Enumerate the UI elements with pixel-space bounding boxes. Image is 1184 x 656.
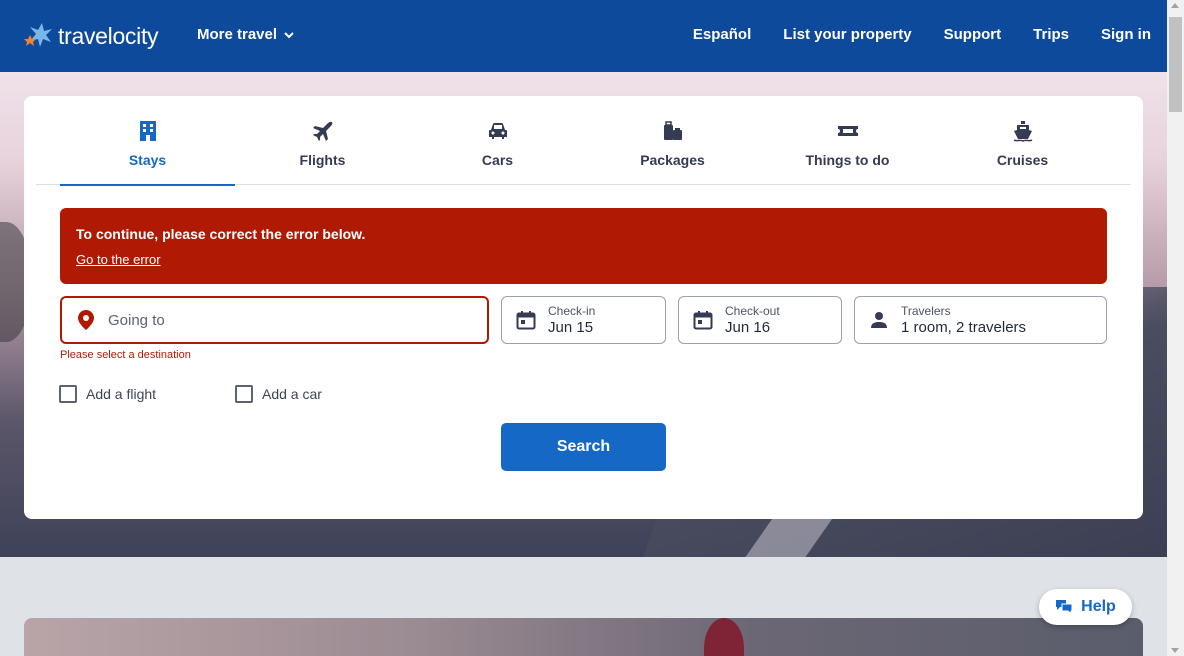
tab-things-to-do-label: Things to do <box>805 152 890 168</box>
promo-image <box>24 618 1143 656</box>
tab-cruises-label: Cruises <box>996 152 1049 168</box>
check-out-field[interactable]: Check-out Jun 16 <box>678 296 842 344</box>
search-card: Stays Flights Cars Packages Things to do… <box>24 96 1143 519</box>
promo-cone-shape <box>704 618 744 656</box>
travelers-field[interactable]: Travelers 1 room, 2 travelers <box>854 296 1107 344</box>
more-travel-label: More travel <box>197 26 278 43</box>
scrollbar-thumb[interactable] <box>1169 17 1182 112</box>
tab-stays[interactable]: Stays <box>60 96 235 186</box>
person-icon <box>867 308 891 332</box>
car-icon <box>488 123 507 139</box>
language-link[interactable]: Español <box>693 26 751 43</box>
page-scrollbar[interactable] <box>1167 0 1184 656</box>
travelocity-logo[interactable]: travelocity <box>24 18 159 54</box>
logo-wordmark: travelocity <box>58 22 159 49</box>
going-to-field[interactable]: Going to <box>60 296 489 344</box>
add-car-label: Add a car <box>262 386 322 402</box>
cruise-ship-icon <box>1013 121 1032 142</box>
tab-flights[interactable]: Flights <box>235 96 410 185</box>
tab-flights-label: Flights <box>299 152 346 168</box>
scroll-up-arrow-icon[interactable] <box>1171 3 1179 8</box>
check-in-value: Jun 15 <box>548 319 594 336</box>
add-car-checkbox[interactable]: Add a car <box>235 385 322 403</box>
support-link[interactable]: Support <box>944 26 1002 43</box>
go-to-error-link[interactable]: Go to the error <box>76 252 161 267</box>
trips-link[interactable]: Trips <box>1033 26 1069 43</box>
help-label: Help <box>1081 598 1116 615</box>
logo-star-icon <box>24 23 52 47</box>
help-button[interactable]: Help <box>1039 589 1132 625</box>
error-alert: To continue, please correct the error be… <box>60 208 1107 284</box>
tab-cars[interactable]: Cars <box>410 96 585 185</box>
travelers-value: 1 room, 2 travelers <box>901 319 1027 336</box>
check-out-value: Jun 16 <box>725 319 771 336</box>
hotel-building-icon <box>139 121 156 141</box>
scroll-down-arrow-icon[interactable] <box>1171 648 1179 653</box>
add-flight-label: Add a flight <box>86 386 157 402</box>
chat-bubble-icon <box>1056 600 1073 615</box>
chevron-down-icon <box>284 31 294 38</box>
tab-stays-label: Stays <box>128 152 167 168</box>
tab-cars-label: Cars <box>481 152 514 168</box>
calendar-icon <box>691 308 715 332</box>
list-property-link[interactable]: List your property <box>783 26 911 43</box>
tab-things-to-do[interactable]: Things to do <box>760 96 935 185</box>
tab-packages[interactable]: Packages <box>585 96 760 185</box>
check-in-field[interactable]: Check-in Jun 15 <box>501 296 666 344</box>
ticket-icon <box>837 126 858 136</box>
location-pin-icon <box>74 308 98 332</box>
tab-cruises[interactable]: Cruises <box>935 96 1110 185</box>
checkbox-box[interactable] <box>59 385 77 403</box>
travelers-label: Travelers <box>901 304 951 318</box>
search-tabs: Stays Flights Cars Packages Things to do… <box>36 96 1131 186</box>
check-out-label: Check-out <box>725 304 780 318</box>
going-to-placeholder: Going to <box>108 311 165 329</box>
tab-packages-label: Packages <box>640 152 705 168</box>
calendar-icon <box>514 308 538 332</box>
airplane-icon <box>312 121 332 141</box>
destination-error-message: Please select a destination <box>60 349 191 361</box>
check-in-label: Check-in <box>548 304 596 318</box>
search-button[interactable]: Search <box>501 423 666 471</box>
checkbox-box[interactable] <box>235 385 253 403</box>
luggage-icon <box>663 121 682 140</box>
add-flight-checkbox[interactable]: Add a flight <box>59 385 156 403</box>
header-links: Español List your property Support Trips… <box>693 26 1151 43</box>
top-navigation-bar: travelocity More travel Español List you… <box>0 0 1167 72</box>
sign-in-link[interactable]: Sign in <box>1101 26 1151 43</box>
more-travel-menu[interactable]: More travel <box>197 26 295 43</box>
error-alert-title: To continue, please correct the error be… <box>76 226 366 242</box>
